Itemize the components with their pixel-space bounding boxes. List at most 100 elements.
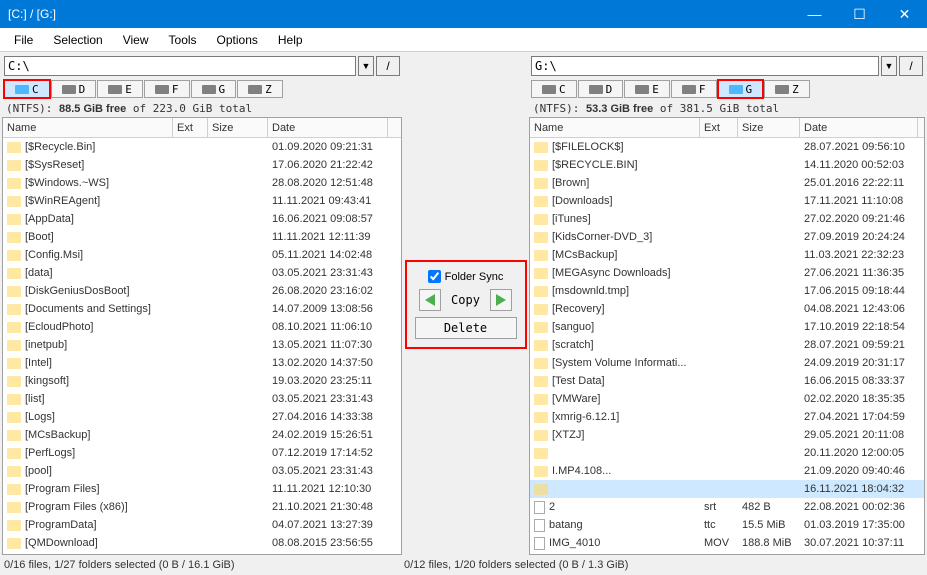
folder-icon [534,160,548,171]
folder-icon [534,250,548,261]
col-header-ext[interactable]: Ext [173,118,208,137]
list-item[interactable]: [Documents and Settings]14.07.2009 13:08… [3,300,401,318]
sync-box: Folder Sync Copy Delete [405,260,527,349]
left-drive-f[interactable]: F [144,80,190,98]
list-item[interactable]: [MCsBackup]11.03.2021 22:32:23 [530,246,924,264]
center-panel: Folder Sync Copy Delete [402,54,529,555]
menu-file[interactable]: File [4,30,43,50]
right-drive-c[interactable]: C [531,80,577,98]
list-item[interactable]: [Test Data]16.06.2015 08:33:37 [530,372,924,390]
left-path-go-button[interactable]: / [376,56,400,76]
list-item[interactable]: [Downloads]17.11.2021 11:10:08 [530,192,924,210]
col-header-date[interactable]: Date [268,118,388,137]
delete-button[interactable]: Delete [415,317,517,339]
list-item[interactable]: [Intel]13.02.2020 14:37:50 [3,354,401,372]
list-item[interactable]: [$FILELOCK$]28.07.2021 09:56:10 [530,138,924,156]
list-item[interactable]: [scratch]28.07.2021 09:59:21 [530,336,924,354]
list-item[interactable]: [System Volume Informati...24.09.2019 20… [530,354,924,372]
list-item[interactable]: [PerfLogs]07.12.2019 17:14:52 [3,444,401,462]
copy-right-button[interactable] [490,289,512,311]
list-item[interactable]: [EcloudPhoto]08.10.2021 11:06:10 [3,318,401,336]
window-controls: — ☐ ✕ [792,0,927,28]
right-path-input[interactable] [531,56,879,76]
list-item[interactable]: IMG_4010MOV188.8 MiB30.07.2021 10:37:11 [530,534,924,552]
list-item[interactable]: [MCsBackup]24.02.2019 15:26:51 [3,426,401,444]
left-drive-info: (NTFS): 88.5 GiB free of 223.0 GiB total [2,100,402,117]
list-item[interactable]: [Recovery]04.08.2021 12:43:06 [530,300,924,318]
left-path-input[interactable] [4,56,356,76]
list-item[interactable]: [AppData]16.06.2021 09:08:57 [3,210,401,228]
left-drive-c[interactable]: C [4,80,50,98]
col-header-size[interactable]: Size [738,118,800,137]
list-item[interactable]: IMG_4010mp486.4 MiB30.07.2021 10:53:13 [530,552,924,554]
maximize-button[interactable]: ☐ [837,0,882,28]
list-item[interactable]: [$Windows.~WS]28.08.2020 12:51:48 [3,174,401,192]
list-item[interactable]: [msdownld.tmp]17.06.2015 09:18:44 [530,282,924,300]
minimize-button[interactable]: — [792,0,837,28]
folder-icon [7,376,21,387]
file-icon [534,501,545,514]
list-item[interactable]: [iTunes]27.02.2020 09:21:46 [530,210,924,228]
list-item[interactable]: [XTZJ]29.05.2021 20:11:08 [530,426,924,444]
col-header-name[interactable]: Name [3,118,173,137]
folder-icon [534,484,548,495]
right-drive-d[interactable]: D [578,80,624,98]
list-item[interactable]: 16.11.2021 18:04:32 [530,480,924,498]
list-item[interactable]: [MEGAsync Downloads]27.06.2021 11:36:35 [530,264,924,282]
list-item[interactable]: [$SysReset]17.06.2020 21:22:42 [3,156,401,174]
status-left: 0/16 files, 1/27 folders selected (0 B /… [0,557,400,575]
right-drive-e[interactable]: E [624,80,670,98]
folder-icon [7,178,21,189]
col-header-name[interactable]: Name [530,118,700,137]
list-item[interactable]: [Config.Msi]05.11.2021 14:02:48 [3,246,401,264]
list-item[interactable]: I.MP4.108...21.09.2020 09:40:46 [530,462,924,480]
list-item[interactable]: [Logs]27.04.2016 14:33:38 [3,408,401,426]
col-header-size[interactable]: Size [208,118,268,137]
list-item[interactable]: [QMDownload]08.08.2015 23:56:55 [3,534,401,552]
close-button[interactable]: ✕ [882,0,927,28]
list-item[interactable]: [$Recycle.Bin]01.09.2020 09:21:31 [3,138,401,156]
copy-left-button[interactable] [419,289,441,311]
list-item[interactable]: [xmrig-6.12.1]27.04.2021 17:04:59 [530,408,924,426]
folder-sync-checkbox[interactable] [428,270,441,283]
drive-icon [682,85,696,94]
col-header-ext[interactable]: Ext [700,118,738,137]
list-item[interactable]: [sanguo]17.10.2019 22:18:54 [530,318,924,336]
left-drive-z[interactable]: Z [237,80,283,98]
right-path-go-button[interactable]: / [899,56,923,76]
list-item[interactable]: [VMWare]02.02.2020 18:35:35 [530,390,924,408]
list-item[interactable]: [data]03.05.2021 23:31:43 [3,264,401,282]
menu-options[interactable]: Options [207,30,268,50]
list-item[interactable]: [ProgramData]04.07.2021 13:27:39 [3,516,401,534]
right-drive-g[interactable]: G [718,80,764,98]
list-item[interactable]: [Brown]25.01.2016 22:22:11 [530,174,924,192]
list-item[interactable]: [Recovery]13.05.2021 11:53:06 [3,552,401,554]
list-item[interactable]: [kingsoft]19.03.2020 23:25:11 [3,372,401,390]
list-item[interactable]: [Boot]11.11.2021 12:11:39 [3,228,401,246]
menu-help[interactable]: Help [268,30,313,50]
list-item[interactable]: 20.11.2020 12:00:05 [530,444,924,462]
menu-view[interactable]: View [113,30,159,50]
right-drive-z[interactable]: Z [764,80,810,98]
list-item[interactable]: 2srt482 B22.08.2021 00:02:36 [530,498,924,516]
menu-selection[interactable]: Selection [43,30,112,50]
list-item[interactable]: [Program Files (x86)]21.10.2021 21:30:48 [3,498,401,516]
list-item[interactable]: [DiskGeniusDosBoot]26.08.2020 23:16:02 [3,282,401,300]
list-item[interactable]: [pool]03.05.2021 23:31:43 [3,462,401,480]
list-item[interactable]: [list]03.05.2021 23:31:43 [3,390,401,408]
menu-tools[interactable]: Tools [159,30,207,50]
left-drive-g[interactable]: G [191,80,237,98]
col-header-date[interactable]: Date [800,118,918,137]
left-drive-d[interactable]: D [51,80,97,98]
list-item[interactable]: [$WinREAgent]11.11.2021 09:43:41 [3,192,401,210]
folder-sync-checkbox-label[interactable]: Folder Sync [428,270,504,283]
list-item[interactable]: [inetpub]13.05.2021 11:07:30 [3,336,401,354]
list-item[interactable]: batangttc15.5 MiB01.03.2019 17:35:00 [530,516,924,534]
left-path-dropdown[interactable]: ▼ [358,56,374,76]
right-drive-f[interactable]: F [671,80,717,98]
left-drive-e[interactable]: E [97,80,143,98]
right-path-dropdown[interactable]: ▼ [881,56,897,76]
list-item[interactable]: [$RECYCLE.BIN]14.11.2020 00:52:03 [530,156,924,174]
list-item[interactable]: [Program Files]11.11.2021 12:10:30 [3,480,401,498]
list-item[interactable]: [KidsCorner-DVD_3]27.09.2019 20:24:24 [530,228,924,246]
